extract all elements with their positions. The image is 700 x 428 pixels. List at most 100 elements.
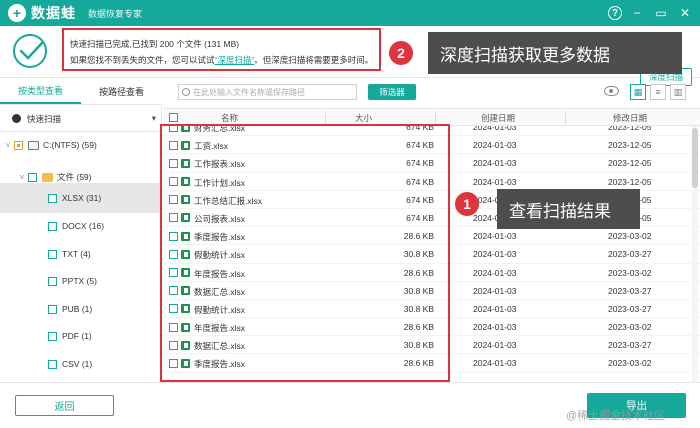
modified-date: 2023-12-05 [608, 126, 652, 132]
created-date: 2024-01-03 [473, 158, 517, 169]
tree-item-label: PPTX (5) [62, 276, 97, 286]
scan-complete-check-icon [13, 34, 47, 68]
search-input[interactable] [193, 85, 355, 99]
callout-badge-2: 2 [389, 41, 413, 65]
tree-item-pdf[interactable]: PDF (1) [0, 323, 161, 349]
tree-item-docx[interactable]: DOCX (16) [0, 213, 161, 239]
column-divider [565, 111, 566, 124]
detail-view-icon: ▥ [673, 86, 683, 97]
tree-item-label: C:(NTFS) (59) [43, 140, 97, 150]
chevron-down-icon[interactable]: ˅ [18, 173, 26, 182]
modified-date: 2023-03-27 [608, 285, 652, 296]
modified-date: 2023-03-02 [608, 231, 652, 242]
tree-item-label: DOCX (16) [62, 221, 105, 231]
eye-icon[interactable] [604, 86, 619, 96]
tree-item-label: PDF (1) [62, 331, 92, 341]
list-highlight-box [160, 124, 450, 382]
created-date: 2024-01-03 [473, 176, 517, 187]
detail-view-button[interactable]: ▥ [670, 84, 686, 100]
search-icon [182, 88, 190, 96]
file-type-tree: 快速扫描 ▾ ˅ C:(NTFS) (59) ˅ 文件 (59) XLSX (3… [0, 106, 162, 381]
modified-date: 2023-03-27 [608, 303, 652, 314]
created-date: 2024-01-03 [473, 140, 517, 151]
tab-by-path[interactable]: 按路径查看 [81, 79, 162, 104]
target-icon [12, 114, 21, 123]
folder-icon [42, 172, 53, 182]
column-name[interactable]: 名称 [221, 112, 238, 124]
tree-checkbox[interactable] [48, 193, 57, 203]
table-scrollbar[interactable] [692, 126, 698, 382]
tree-item-drive[interactable]: ˅ C:(NTFS) (59) [0, 132, 161, 158]
chevron-down-icon[interactable]: ˅ [4, 141, 12, 150]
tree-checkbox[interactable] [28, 172, 37, 182]
scrollbar-thumb[interactable] [692, 128, 698, 188]
tree-checkbox[interactable] [48, 331, 57, 341]
list-view-button[interactable]: ≡ [650, 84, 666, 100]
modified-date: 2023-03-02 [608, 267, 652, 278]
tab-by-type[interactable]: 按类型查看 [0, 79, 81, 104]
chevron-down-icon[interactable]: ▾ [152, 113, 156, 124]
tree-item-pptx[interactable]: PPTX (5) [0, 268, 161, 294]
tree-item-label: PUB (1) [62, 304, 93, 314]
filter-button[interactable]: 筛选器 [368, 84, 416, 100]
status-highlight-box [62, 28, 381, 71]
quick-scan-label: 快速扫描 [27, 113, 62, 124]
close-icon[interactable]: ✕ [676, 4, 694, 22]
column-divider [435, 111, 436, 124]
callout-view-results: 查看扫描结果 [497, 189, 640, 229]
app-logo: + 数据蛙 [8, 3, 76, 23]
tree-checkbox[interactable] [14, 140, 23, 150]
modified-date: 2023-12-05 [608, 176, 652, 187]
tree-item-label: CSV (1) [62, 359, 93, 369]
tree-item-csv[interactable]: CSV (1) [0, 351, 161, 377]
created-date: 2024-01-03 [473, 340, 517, 351]
title-bar: + 数据蛙 数据恢复专家 ? − ▭ ✕ [0, 0, 700, 26]
created-date: 2024-01-03 [473, 231, 517, 242]
modified-date: 2023-03-02 [608, 322, 652, 333]
tree-checkbox[interactable] [48, 359, 57, 369]
app-subtitle: 数据恢复专家 [88, 8, 143, 19]
tree-item-label: 文件 (59) [57, 172, 92, 182]
tree-checkbox[interactable] [48, 249, 57, 259]
created-date: 2024-01-03 [473, 322, 517, 333]
created-date: 2024-01-03 [473, 249, 517, 260]
created-date: 2024-01-03 [473, 303, 517, 314]
app-name: 数据蛙 [31, 5, 76, 21]
modified-date: 2023-03-02 [608, 358, 652, 369]
list-view-icon: ≡ [655, 86, 661, 97]
created-date: 2024-01-03 [473, 358, 517, 369]
column-size[interactable]: 大小 [355, 112, 372, 124]
tree-checkbox[interactable] [48, 304, 57, 314]
tree-item-xlsx[interactable]: XLSX (31) [0, 183, 161, 213]
window-controls: ? − ▭ ✕ [608, 4, 694, 22]
watermark: @稀土掘金技术社区 [566, 410, 666, 422]
tree-item-txt[interactable]: TXT (4) [0, 241, 161, 267]
search-box [178, 84, 357, 100]
back-button[interactable]: 返回 [15, 395, 114, 416]
tree-checkbox[interactable] [48, 221, 57, 231]
tree-item-label: TXT (4) [62, 249, 91, 259]
tree-quick-scan[interactable]: 快速扫描 ▾ [0, 106, 161, 132]
minimize-icon[interactable]: − [628, 4, 646, 22]
created-date: 2024-01-03 [473, 126, 517, 132]
created-date: 2024-01-03 [473, 267, 517, 278]
logo-icon: + [8, 4, 26, 22]
column-modified[interactable]: 修改日期 [613, 112, 647, 124]
callout-badge-1: 1 [455, 192, 479, 216]
modified-date: 2023-03-27 [608, 249, 652, 260]
select-all-checkbox[interactable] [169, 113, 178, 122]
column-divider [325, 111, 326, 124]
modified-date: 2023-03-27 [608, 340, 652, 351]
restore-icon[interactable]: ▭ [652, 4, 670, 22]
tree-item-pub[interactable]: PUB (1) [0, 296, 161, 322]
tree-checkbox[interactable] [48, 276, 57, 286]
column-created[interactable]: 创建日期 [481, 112, 515, 124]
tree-item-label: XLSX (31) [62, 193, 102, 203]
modified-date: 2023-12-05 [608, 158, 652, 169]
grid-view-button[interactable]: ▦ [630, 84, 646, 100]
view-mode-tabs: 按类型查看 按路径查看 [0, 79, 162, 105]
callout-deep-scan: 深度扫描获取更多数据 [428, 32, 682, 74]
help-icon[interactable]: ? [608, 6, 622, 20]
modified-date: 2023-12-05 [608, 140, 652, 151]
drive-icon [28, 140, 39, 150]
